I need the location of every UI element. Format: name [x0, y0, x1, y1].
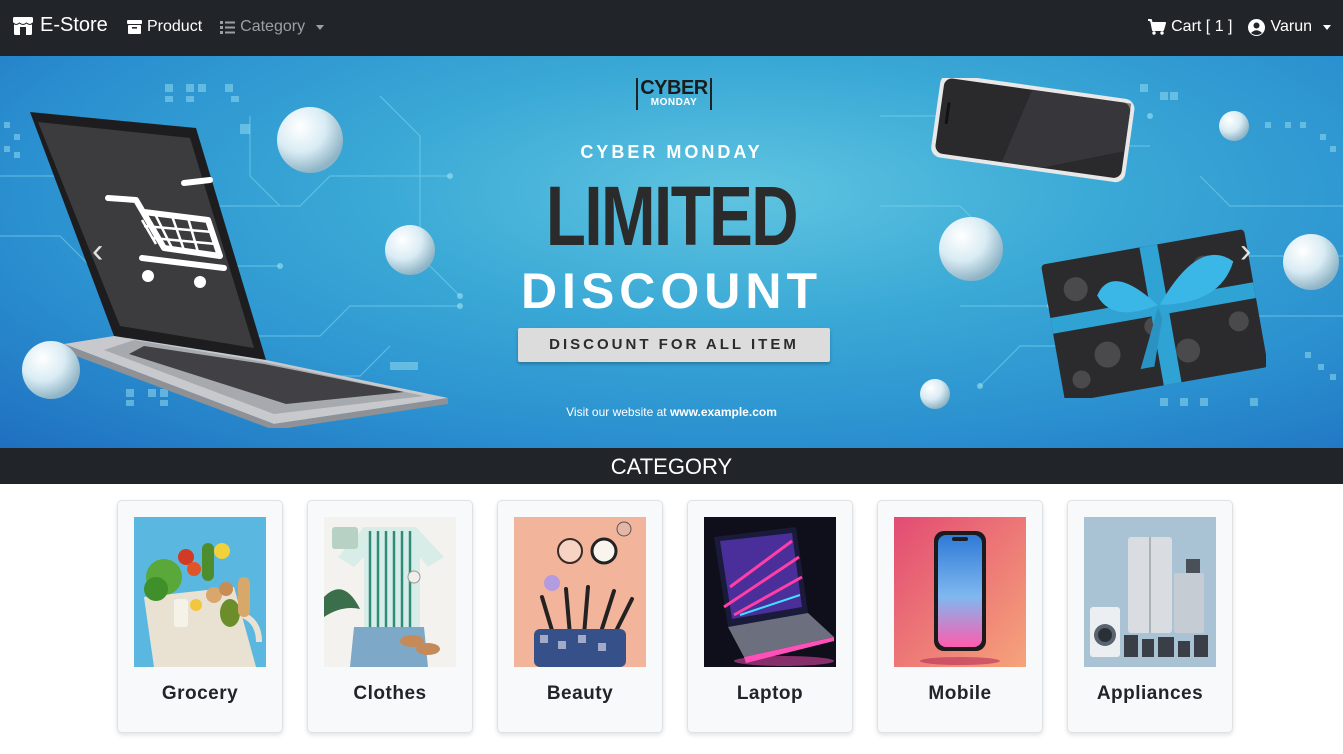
appliances-image: [1084, 517, 1216, 667]
carousel-prev-button[interactable]: ‹: [92, 234, 103, 268]
list-icon: [220, 20, 236, 34]
visit-prefix: Visit our website at: [566, 405, 670, 419]
category-name: Grocery: [161, 683, 239, 704]
category-card-grocery[interactable]: Grocery: [117, 500, 283, 733]
logo-bottom-text: MONDAY: [650, 97, 698, 108]
category-card-beauty[interactable]: Beauty: [497, 500, 663, 733]
category-name: Appliances: [1096, 683, 1204, 704]
user-circle-icon: [1248, 18, 1266, 36]
brand-link[interactable]: E-Store: [12, 14, 108, 37]
category-card-laptop[interactable]: Laptop: [687, 500, 853, 733]
category-name: Laptop: [736, 683, 804, 704]
visit-url: www.example.com: [669, 405, 777, 419]
nav-user-label: Varun: [1270, 18, 1312, 35]
clothes-image: [324, 517, 456, 667]
store-icon: [12, 16, 34, 35]
logo-top-text: CYBER: [640, 77, 708, 99]
nav-cart[interactable]: Cart [ 1 ]: [1148, 18, 1232, 36]
category-name: Clothes: [353, 683, 427, 704]
hero-carousel: CYBER MONDAY CYBER MONDAY LIMITED DISCOU…: [0, 56, 1343, 448]
nav-product-label: Product: [147, 18, 203, 35]
top-navbar: E-Store Product Category Cart [1] Varu…: [0, 0, 1343, 56]
nav-product[interactable]: Product: [127, 18, 202, 36]
category-card-mobile[interactable]: Mobile: [877, 500, 1043, 733]
chevron-down-icon: [316, 24, 325, 30]
grocery-image: [134, 517, 266, 667]
discount-banner-button: DISCOUNT FOR ALL ITEM: [518, 328, 830, 362]
hero-headline-secondary: DISCOUNT: [520, 263, 823, 319]
category-name: Beauty: [546, 683, 614, 704]
box-icon: [127, 20, 142, 34]
cart-icon: [1148, 19, 1167, 35]
category-section-header: CATEGORY: [0, 448, 1343, 484]
cyber-monday-logo: CYBER MONDAY: [636, 78, 712, 110]
category-name: Mobile: [928, 683, 992, 704]
hero-visit-text: Visit our website at www.example.com: [0, 405, 1343, 419]
nav-category-dropdown[interactable]: Category: [220, 18, 325, 36]
chevron-down-icon: [1323, 24, 1331, 30]
laptop-image: [704, 517, 836, 667]
nav-category-label: Category: [240, 18, 306, 35]
carousel-next-button[interactable]: ›: [1240, 234, 1251, 268]
nav-cart-label: Cart [ 1 ]: [1171, 18, 1233, 35]
category-card-list: Grocery Clothes Beauty Laptop Mobile App…: [117, 500, 1233, 733]
nav-user-dropdown[interactable]: Varun: [1248, 18, 1331, 36]
hero-headline: LIMITED: [545, 169, 799, 263]
mobile-image: [894, 517, 1026, 667]
category-card-appliances[interactable]: Appliances: [1067, 500, 1233, 733]
brand-text: E-Store: [40, 14, 108, 36]
category-card-clothes[interactable]: Clothes: [307, 500, 473, 733]
hero-subtitle: CYBER MONDAY: [580, 142, 763, 162]
beauty-image: [514, 517, 646, 667]
